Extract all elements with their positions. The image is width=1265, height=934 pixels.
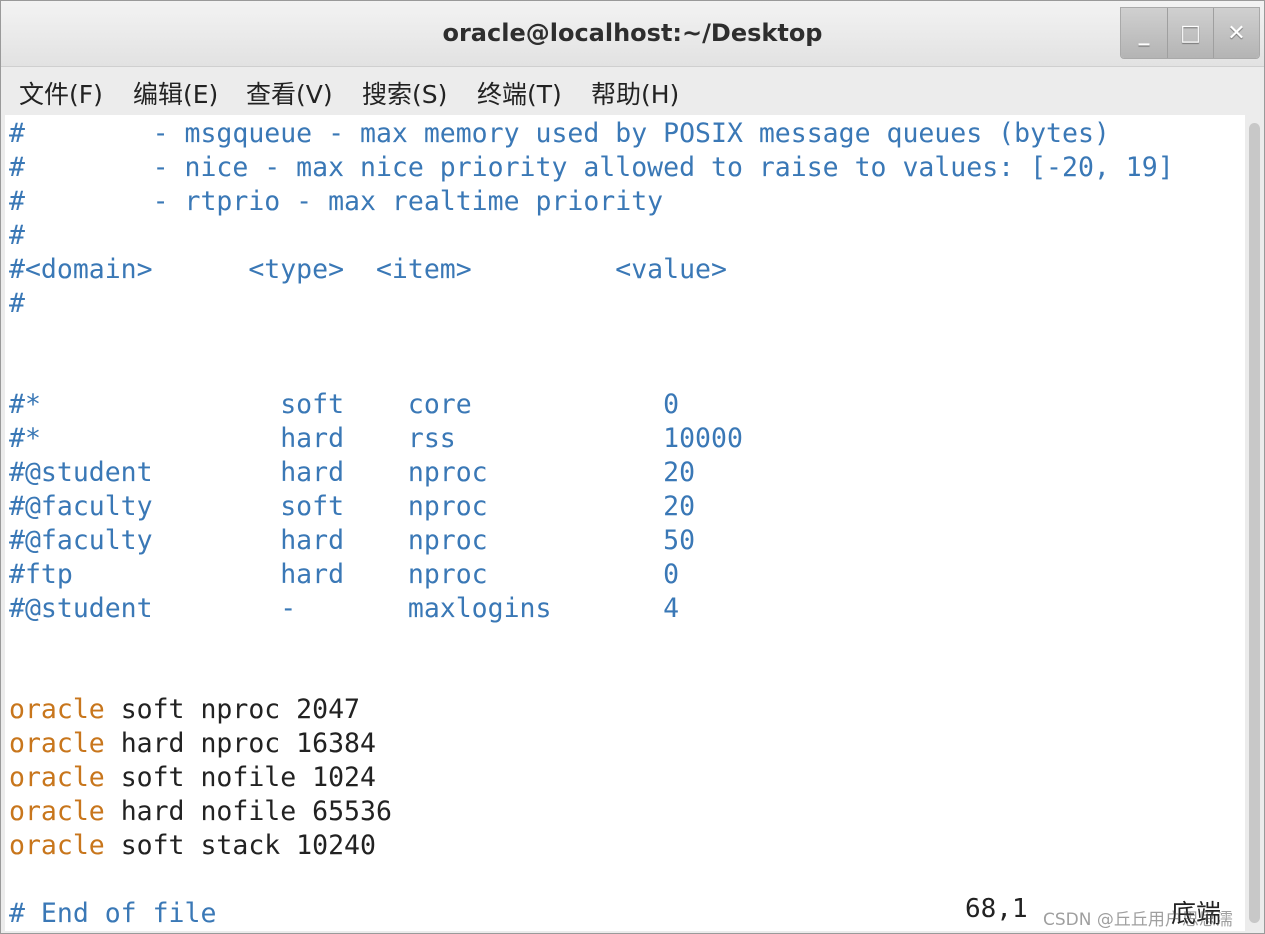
line-user: oracle [9,694,105,726]
minimize-button[interactable]: _ [1121,8,1167,58]
menu-help[interactable]: 帮助(H) [591,75,679,111]
terminal-text-area[interactable]: # End of file oracle soft stack 10240 orac… [5,115,1245,931]
terminal-line: #<domain> <type> <item> <value> [9,253,727,287]
terminal-line: #@student hard nproc 20 [9,456,695,490]
terminal-line: # - rtprio - max realtime priority [9,185,663,219]
line-user: oracle [9,728,105,760]
line-text: #@faculty hard nproc 50 [9,524,696,556]
line-rest: hard nofile 65536 [104,796,392,827]
line-user: oracle [9,796,105,827]
watermark: CSDN @丘丘用户思思濡 [1043,910,1233,930]
terminal-line: #@faculty hard nproc 50 [9,524,695,558]
terminal-line: #@faculty soft nproc 20 [9,490,695,524]
terminal-line: # [9,219,25,253]
terminal-line: oracle soft nproc 2047 [9,693,360,727]
window-title: oracle@localhost:~/Desktop [442,19,823,47]
line-text: #@faculty soft nproc 20 [9,490,696,522]
line-text: # [9,287,25,319]
menu-terminal[interactable]: 终端(T) [477,75,562,111]
close-button[interactable]: ✕ [1213,8,1259,58]
scrollbar-thumb[interactable] [1249,123,1260,923]
terminal-line: # [9,287,25,321]
terminal-line: #* hard rss 10000 [9,422,743,456]
title-bar[interactable]: oracle@localhost:~/Desktop _ □ ✕ [1,1,1264,67]
line-text: #@student - maxlogins 4 [9,592,680,624]
line-text: #* soft core 0 [9,389,680,421]
terminal-line: #* soft core 0 [9,388,679,422]
line-user: oracle [9,829,105,861]
terminal-line: oracle soft nofile 1024 [9,761,376,795]
line-text: # - rtprio - max realtime priority [9,185,664,217]
menu-file[interactable]: 文件(F) [19,75,103,111]
line-text: #<domain> <type> <item> <value> [9,253,727,285]
line-text: # - nice - max nice priority allowed to … [9,151,1174,183]
menu-search[interactable]: 搜索(S) [362,75,447,111]
menu-edit[interactable]: 编辑(E) [133,75,218,111]
terminal-line: oracle hard nofile 65536 [9,795,392,829]
terminal-line: #@student - maxlogins 4 [9,592,679,626]
terminal-line: #ftp hard nproc 0 [9,558,679,592]
terminal-line: # - nice - max nice priority allowed to … [9,151,1174,185]
terminal-line: oracle hard nproc 16384 [9,727,376,761]
line-rest: soft nofile 1024 [104,762,376,794]
line-text: # [9,219,25,251]
window-controls: _ □ ✕ [1120,7,1260,59]
line-rest: soft nproc 2047 [104,694,361,726]
terminal-line: oracle soft stack 10240 [9,829,376,863]
vertical-scrollbar[interactable] [1245,115,1264,931]
terminal-window: oracle@localhost:~/Desktop _ □ ✕ 文件(F) 编… [0,0,1265,934]
line-text: #ftp hard nproc 0 [9,558,680,590]
line-text: #@student hard nproc 20 [9,457,696,488]
line-text: #* hard rss 10000 [9,423,743,455]
line-text: # - msgqueue - max memory used by POSIX … [9,118,1110,149]
terminal-line: # - msgqueue - max memory used by POSIX … [9,117,1110,151]
menu-view[interactable]: 查看(V) [246,75,333,111]
line-rest: soft stack 10240 [104,829,376,861]
menu-bar: 文件(F) 编辑(E) 查看(V) 搜索(S) 终端(T) 帮助(H) [1,67,1264,115]
line-text: # End of file [9,897,217,929]
cursor-position: 68,1 [965,894,1028,924]
maximize-button[interactable]: □ [1167,8,1213,58]
terminal-line: # End of file [9,897,216,931]
line-rest: hard nproc 16384 [104,728,376,760]
line-user: oracle [9,762,105,794]
